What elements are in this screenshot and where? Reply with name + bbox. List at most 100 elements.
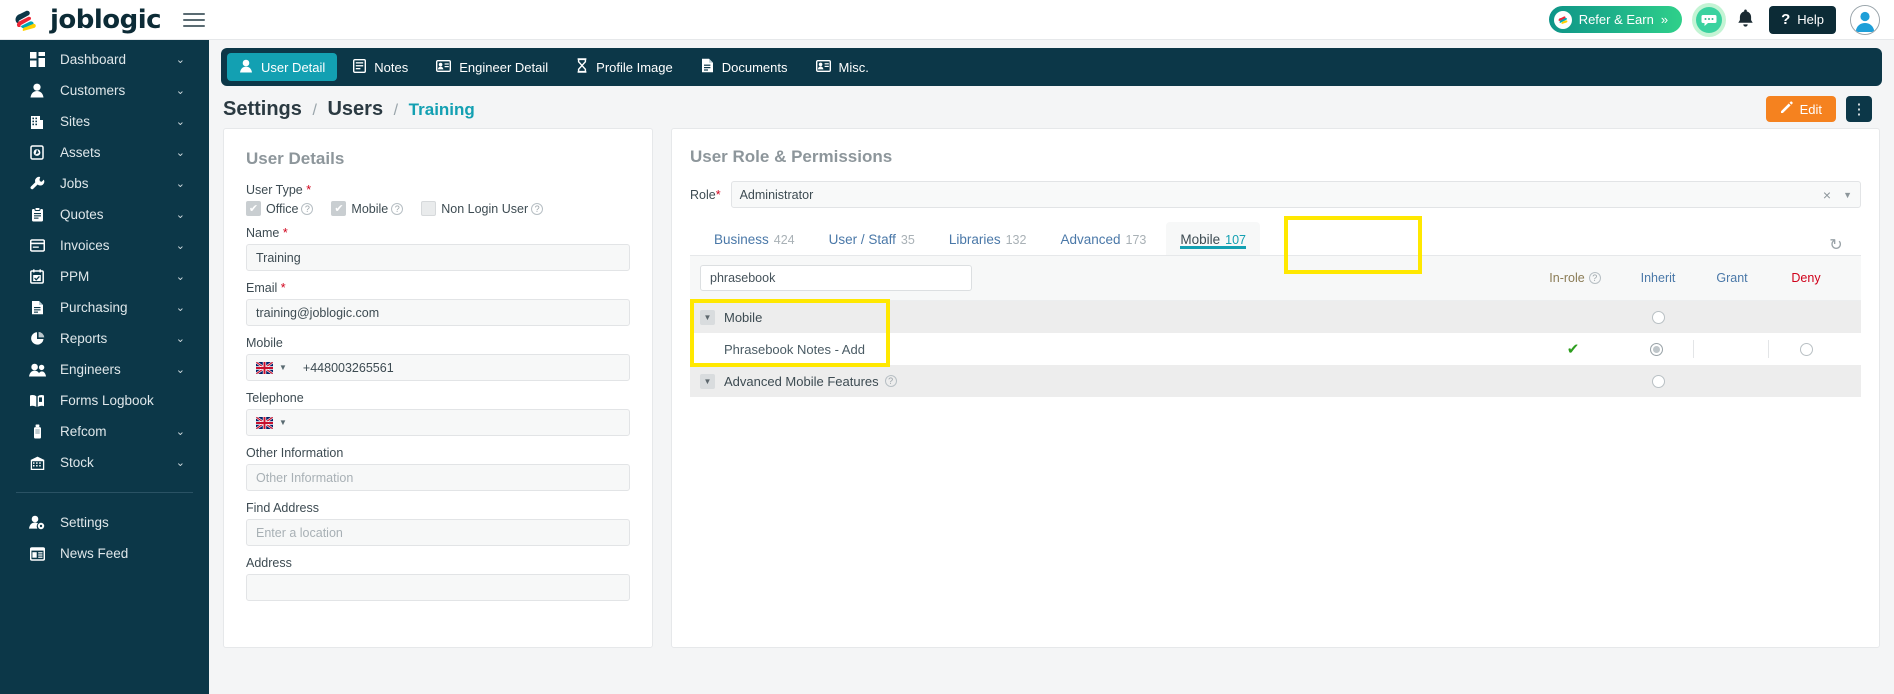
sidebar-item-forms-logbook[interactable]: Forms Logbook bbox=[0, 385, 209, 416]
brand-logo[interactable]: joblogic bbox=[0, 5, 162, 35]
stock-icon bbox=[26, 456, 48, 470]
breadcrumb-separator-1: / bbox=[312, 101, 317, 119]
sidebar-item-invoices[interactable]: Invoices ⌄ bbox=[0, 230, 209, 261]
chevron-down-icon[interactable]: ⌄ bbox=[176, 301, 185, 314]
role-label-text: Role bbox=[690, 187, 716, 202]
tab-notes[interactable]: Notes bbox=[341, 53, 420, 81]
more-actions-kebab-icon[interactable]: ⋮ bbox=[1846, 96, 1872, 122]
edit-button[interactable]: Edit bbox=[1765, 96, 1836, 122]
radio-inherit[interactable] bbox=[1649, 342, 1663, 356]
expand-collapse-icon[interactable]: ▼ bbox=[700, 309, 715, 325]
permission-row[interactable]: Phrasebook Notes - Add ✔ bbox=[690, 333, 1861, 365]
field-find-address[interactable] bbox=[246, 519, 630, 546]
role-required-mark: * bbox=[715, 187, 721, 202]
sidebar-toggle-icon[interactable] bbox=[183, 9, 206, 31]
cell-divider bbox=[1693, 340, 1694, 358]
breadcrumb-section[interactable]: Users bbox=[327, 98, 383, 120]
tab-engineer-detail[interactable]: Engineer Detail bbox=[424, 53, 560, 81]
radio-inherit[interactable] bbox=[1651, 374, 1665, 388]
field-label-text: Name bbox=[246, 226, 280, 240]
sidebar-item-jobs[interactable]: Jobs ⌄ bbox=[0, 168, 209, 199]
chat-support-icon[interactable] bbox=[1696, 6, 1723, 33]
sidebar-item-sites[interactable]: Sites ⌄ bbox=[0, 106, 209, 137]
notifications-bell-icon[interactable] bbox=[1736, 8, 1755, 32]
permission-tab-user-staff[interactable]: User / Staff 35 bbox=[815, 222, 929, 255]
help-tooltip-icon[interactable]: ? bbox=[301, 202, 314, 215]
help-button[interactable]: ? Help bbox=[1769, 5, 1836, 34]
sidebar-item-settings[interactable]: Settings bbox=[0, 507, 209, 538]
checkbox-non-login-user[interactable] bbox=[421, 201, 437, 216]
pencil-icon bbox=[1780, 101, 1793, 117]
help-tooltip-icon[interactable]: ? bbox=[531, 202, 544, 215]
chevron-down-icon[interactable]: ⌄ bbox=[176, 332, 185, 345]
help-tooltip-icon[interactable]: ? bbox=[1588, 272, 1601, 284]
chevron-down-icon[interactable]: ⌄ bbox=[176, 115, 185, 128]
chevron-down-icon[interactable]: ⌄ bbox=[176, 363, 185, 376]
sidebar-item-label: Sites bbox=[60, 114, 91, 129]
user-icon bbox=[239, 59, 253, 76]
sidebar-item-refcom[interactable]: Refcom ⌄ bbox=[0, 416, 209, 447]
ppm-calendar-icon bbox=[26, 269, 48, 284]
tab-user-detail[interactable]: User Detail bbox=[227, 53, 338, 81]
chevron-down-icon[interactable]: ⌄ bbox=[176, 53, 185, 66]
chevron-down-icon[interactable]: ⌄ bbox=[176, 177, 185, 190]
permission-tab-label: Mobile bbox=[1180, 232, 1221, 247]
sidebar-item-label: Reports bbox=[60, 331, 108, 346]
refcom-icon bbox=[26, 424, 48, 439]
field-mobile[interactable]: ▼ +448003265561 bbox=[246, 354, 630, 381]
user-avatar[interactable] bbox=[1850, 4, 1880, 35]
tab-documents[interactable]: Documents bbox=[689, 53, 800, 81]
permission-tab-mobile[interactable]: Mobile 107 bbox=[1166, 222, 1261, 255]
tab-misc-[interactable]: Misc. bbox=[804, 53, 881, 81]
checkbox-mobile[interactable]: ✔ bbox=[331, 201, 347, 216]
chevron-down-icon[interactable]: ⌄ bbox=[176, 270, 185, 283]
help-tooltip-icon[interactable]: ? bbox=[391, 202, 404, 215]
permission-row[interactable]: ▼ Mobile bbox=[690, 301, 1861, 333]
sidebar-item-news-feed[interactable]: News Feed bbox=[0, 538, 209, 569]
chevron-down-icon[interactable]: ⌄ bbox=[176, 456, 185, 469]
chevron-down-icon[interactable]: ⌄ bbox=[176, 239, 185, 252]
tab-label: Notes bbox=[374, 59, 409, 75]
field-address[interactable] bbox=[246, 574, 630, 601]
field-other-information[interactable] bbox=[246, 464, 630, 491]
sidebar-item-dashboard[interactable]: Dashboard ⌄ bbox=[0, 44, 209, 75]
permission-search-input[interactable] bbox=[700, 265, 972, 291]
permission-row[interactable]: ▼ Advanced Mobile Features? bbox=[690, 365, 1861, 397]
role-clear-icon[interactable]: × bbox=[1823, 187, 1831, 203]
refer-and-earn-button[interactable]: Refer & Earn » bbox=[1548, 6, 1683, 33]
sidebar-item-stock[interactable]: Stock ⌄ bbox=[0, 447, 209, 478]
chevron-down-icon[interactable]: ⌄ bbox=[176, 425, 185, 438]
cell-inherit bbox=[1621, 374, 1695, 388]
refresh-permissions-icon[interactable]: ↻ bbox=[1825, 234, 1847, 256]
sidebar-item-customers[interactable]: Customers ⌄ bbox=[0, 75, 209, 106]
chevron-down-icon[interactable]: ⌄ bbox=[176, 84, 185, 97]
sidebar-item-ppm[interactable]: PPM ⌄ bbox=[0, 261, 209, 292]
breadcrumb-root[interactable]: Settings bbox=[223, 98, 302, 120]
sidebar-item-purchasing[interactable]: Purchasing ⌄ bbox=[0, 292, 209, 323]
user-type-text: User Type bbox=[246, 183, 303, 197]
tab-profile-image[interactable]: Profile Image bbox=[564, 53, 685, 81]
chevron-down-icon[interactable]: ⌄ bbox=[176, 146, 185, 159]
country-chevron-down-icon[interactable]: ▼ bbox=[279, 363, 287, 372]
chevron-down-icon[interactable]: ⌄ bbox=[176, 208, 185, 221]
help-tooltip-icon[interactable]: ? bbox=[884, 375, 897, 387]
radio-deny[interactable] bbox=[1799, 342, 1813, 356]
permission-tab-libraries[interactable]: Libraries 132 bbox=[935, 222, 1041, 255]
country-chevron-down-icon[interactable]: ▼ bbox=[279, 418, 287, 427]
role-select[interactable]: Administrator × ▼ bbox=[730, 181, 1861, 208]
permission-tab-advanced[interactable]: Advanced 173 bbox=[1046, 222, 1160, 255]
radio-inherit[interactable] bbox=[1651, 310, 1665, 324]
field-email[interactable] bbox=[246, 299, 630, 326]
sidebar-item-label: Invoices bbox=[60, 238, 110, 253]
permission-tab-business[interactable]: Business 424 bbox=[700, 222, 809, 255]
sidebar-item-assets[interactable]: Assets ⌄ bbox=[0, 137, 209, 168]
field-telephone[interactable]: ▼ bbox=[246, 409, 630, 436]
field-name[interactable] bbox=[246, 244, 630, 271]
sidebar-item-engineers[interactable]: Engineers ⌄ bbox=[0, 354, 209, 385]
permission-tab-label: Advanced bbox=[1060, 232, 1121, 247]
sidebar-item-reports[interactable]: Reports ⌄ bbox=[0, 323, 209, 354]
sidebar-item-quotes[interactable]: Quotes ⌄ bbox=[0, 199, 209, 230]
expand-collapse-icon[interactable]: ▼ bbox=[700, 373, 715, 389]
role-chevron-down-icon[interactable]: ▼ bbox=[1843, 190, 1852, 200]
checkbox-office[interactable]: ✔ bbox=[246, 201, 261, 216]
